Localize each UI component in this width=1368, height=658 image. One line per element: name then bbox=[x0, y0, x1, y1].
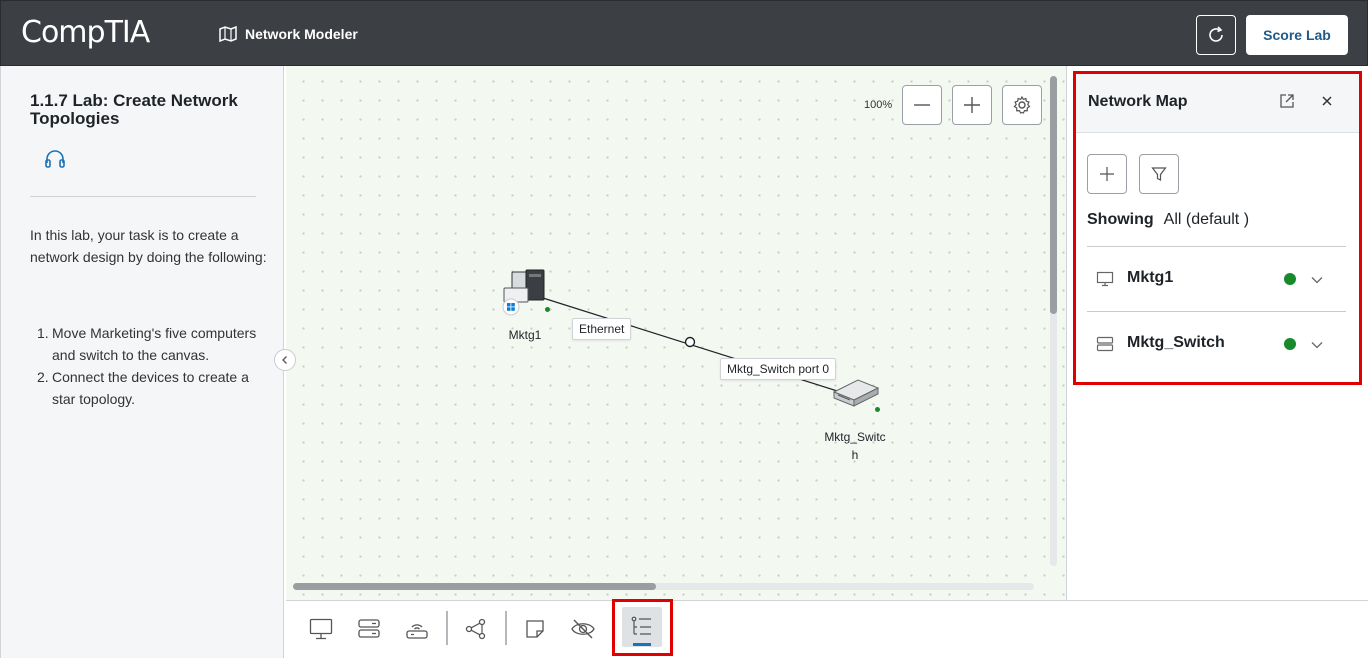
link-label-switch-port[interactable]: Mktg_Switch port 0 bbox=[720, 358, 837, 380]
device-label: Mktg_Switch bbox=[824, 430, 886, 462]
chevron-left-icon bbox=[282, 356, 287, 364]
routers-tool-button[interactable] bbox=[399, 612, 435, 646]
monitor-icon bbox=[309, 618, 333, 640]
device-status-dot bbox=[875, 407, 880, 412]
plus-icon bbox=[964, 97, 980, 113]
minus-icon bbox=[914, 104, 930, 106]
network-map-highlight bbox=[1073, 71, 1362, 385]
device-status-dot bbox=[545, 307, 550, 312]
link-midpoint-handle bbox=[684, 336, 696, 348]
collapse-panel-button[interactable] bbox=[274, 349, 296, 371]
computers-tool-button[interactable] bbox=[303, 612, 339, 646]
canvas-horizontal-scrollbar[interactable] bbox=[293, 583, 1034, 590]
canvas-vertical-scrollbar[interactable] bbox=[1050, 76, 1057, 566]
router-icon bbox=[406, 624, 428, 639]
device-mktg1[interactable] bbox=[500, 266, 550, 316]
zoom-level: 100% bbox=[864, 99, 893, 111]
gear-icon bbox=[1013, 95, 1031, 114]
bottom-toolbar bbox=[286, 600, 1368, 658]
sticky-note-icon bbox=[526, 620, 544, 638]
toolbar-separator bbox=[505, 611, 507, 645]
zoom-out-button[interactable] bbox=[902, 85, 942, 125]
canvas-settings-button[interactable] bbox=[1002, 85, 1042, 125]
device-label: Mktg1 bbox=[508, 328, 542, 342]
zoom-in-button[interactable] bbox=[952, 85, 992, 125]
scrollbar-thumb[interactable] bbox=[293, 583, 656, 590]
switch-icon bbox=[832, 379, 880, 407]
device-mktg-switch[interactable] bbox=[830, 374, 882, 412]
computer-icon bbox=[502, 269, 545, 316]
connections-tool-button[interactable] bbox=[458, 612, 494, 646]
switches-tool-button[interactable] bbox=[351, 612, 387, 646]
server-icon bbox=[358, 619, 380, 638]
eye-off-icon bbox=[571, 619, 595, 639]
scrollbar-thumb[interactable] bbox=[1050, 76, 1057, 314]
link-label-ethernet[interactable]: Ethernet bbox=[572, 318, 632, 340]
notes-tool-button[interactable] bbox=[517, 612, 553, 646]
share-nodes-icon bbox=[465, 618, 486, 640]
toolbar-separator bbox=[446, 611, 448, 645]
toolbar-highlight bbox=[612, 599, 673, 656]
toggle-visibility-button[interactable] bbox=[565, 612, 601, 646]
